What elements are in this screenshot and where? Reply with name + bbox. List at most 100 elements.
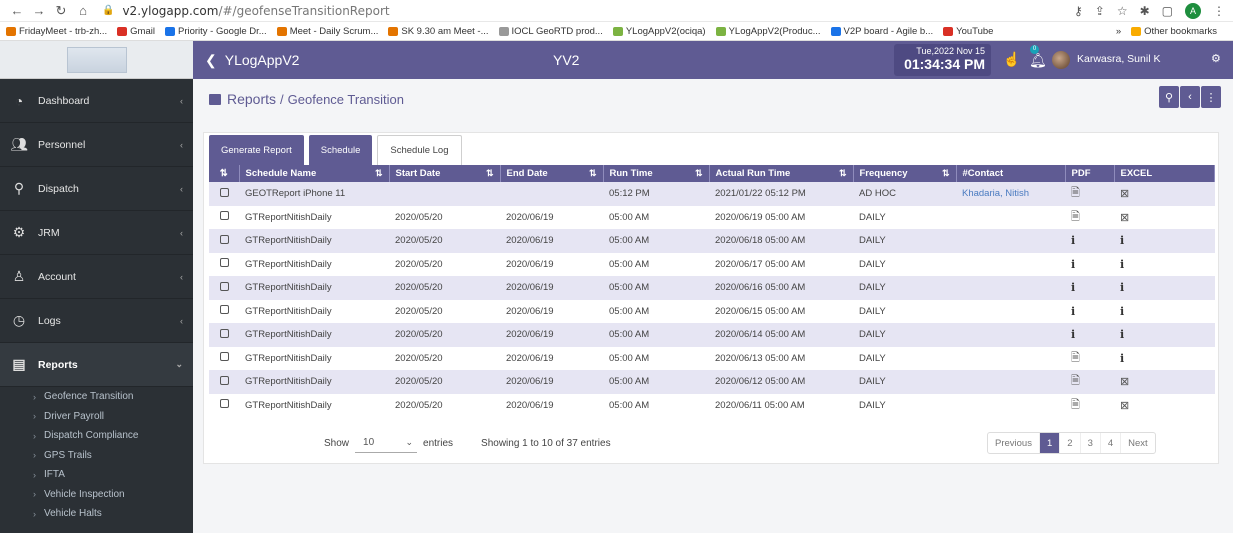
row-checkbox[interactable] (219, 187, 229, 197)
pager-page-button[interactable]: 1 (1039, 433, 1061, 453)
pdf-file-icon[interactable]: 🗎 (1071, 375, 1080, 387)
column-header[interactable]: Actual Run Time ⇅ (709, 165, 854, 182)
sidebar-subitem[interactable]: › Vehicle Inspection (0, 485, 193, 505)
user-name[interactable]: Karwasra, Sunil K (1077, 53, 1160, 65)
pager-previous-button[interactable]: Previous (988, 433, 1040, 453)
sidebar-subitem[interactable]: › GPS Trails (0, 446, 193, 466)
row-checkbox[interactable] (219, 305, 229, 315)
bookmark-item[interactable]: YouTube (943, 26, 993, 37)
cell-name: GTReportNitishDaily (239, 299, 389, 323)
column-header[interactable]: Run Time ⇅ (603, 165, 710, 182)
pager-page-button[interactable]: 2 (1060, 433, 1081, 453)
tab-schedule[interactable]: Schedule (308, 135, 373, 165)
excel-file-icon[interactable]: ⊠ (1120, 212, 1129, 224)
cell-start-value: 2020/05/20 (395, 211, 443, 223)
bookmark-label: Meet - Daily Scrum... (289, 25, 379, 37)
key-icon[interactable]: ⚷ (1074, 4, 1083, 18)
column-header[interactable]: Frequency ⇅ (853, 165, 957, 182)
sidebar-item-account[interactable]: ♙ Account ‹ (0, 255, 193, 299)
back-button[interactable]: ‹ (1180, 86, 1200, 108)
reload-icon[interactable]: ↻ (52, 3, 70, 19)
share-icon[interactable]: ⇪ (1095, 4, 1105, 18)
cell-contact (956, 393, 1065, 417)
cell-freq-value: DAILY (859, 399, 886, 411)
home-icon[interactable]: ⌂ (74, 3, 92, 18)
row-checkbox[interactable] (219, 328, 229, 338)
sidebar-item-logs[interactable]: ◷ Logs ‹ (0, 299, 193, 343)
column-header[interactable]: PDF (1065, 165, 1115, 182)
star-icon[interactable]: ☆ (1117, 4, 1128, 18)
pdf-file-icon[interactable]: 🗎 (1071, 399, 1080, 411)
tab-generate-report[interactable]: Generate Report (209, 135, 304, 165)
excel-file-icon[interactable]: ⊠ (1120, 188, 1129, 200)
cell-run-value: 05:00 AM (609, 399, 650, 411)
search-button[interactable]: ⚲ (1159, 86, 1179, 108)
forward-arrow-icon[interactable]: → (30, 3, 48, 18)
toolbar: ⚲ ‹ ⋮ (1159, 86, 1221, 108)
column-header[interactable]: #Contact (956, 165, 1066, 182)
sidebar-subitem[interactable]: › Geofence Transition (0, 387, 193, 407)
row-checkbox[interactable] (219, 352, 229, 362)
pager-next-button[interactable]: Next (1121, 433, 1155, 453)
extensions-icon[interactable]: ✱ (1140, 4, 1150, 18)
pdf-file-icon[interactable]: 🗎 (1071, 352, 1080, 364)
sidebar-item-dashboard[interactable]: ◔ Dashboard ‹ (0, 79, 193, 123)
cell-name: GTReportNitishDaily (239, 370, 389, 394)
pager-page-button[interactable]: 3 (1081, 433, 1101, 453)
sidebar-item-dispatch[interactable]: ⚲ Dispatch ‹ (0, 167, 193, 211)
column-header[interactable]: Start Date ⇅ (389, 165, 501, 182)
back-arrow-icon[interactable]: ← (8, 3, 26, 18)
hand-pointer-icon[interactable]: ☝ (1003, 51, 1020, 68)
excel-file-icon[interactable]: ⊠ (1120, 400, 1129, 412)
window-icon[interactable]: ▢ (1162, 4, 1173, 18)
row-checkbox[interactable] (219, 258, 229, 268)
row-checkbox[interactable] (219, 211, 229, 221)
sidebar-subitem[interactable]: › Vehicle Halts (0, 504, 193, 524)
sidebar-subitem[interactable]: › Dispatch Compliance (0, 426, 193, 446)
browser-address-bar: ← → ↻ ⌂ 🔒 v2.ylogapp.com/#/geofenseTrans… (0, 0, 1233, 22)
more-button[interactable]: ⋮ (1201, 86, 1221, 108)
bookmark-item[interactable]: Meet - Daily Scrum... (276, 25, 379, 37)
sidebar-item-jrm[interactable]: ⚙ JRM ‹ (0, 211, 193, 255)
bookmark-item[interactable]: FridayMeet - trb-zh... (6, 26, 107, 37)
bookmark-item[interactable]: Priority - Google Dr... (164, 26, 267, 37)
bookmark-item[interactable]: YLogAppV2(ociqa) (612, 26, 706, 37)
column-header[interactable]: EXCEL (1114, 165, 1215, 182)
sidebar-item-personnel[interactable]: 👥︎ Personnel ‹ (0, 123, 193, 167)
excel-file-icon[interactable]: ⊠ (1120, 376, 1129, 388)
column-header[interactable]: Schedule Name ⇅ (239, 165, 390, 182)
cell-contact-value[interactable]: Khadaria, Nitish (962, 188, 1029, 199)
select-all-sort[interactable]: ⇅ (209, 165, 240, 182)
row-checkbox[interactable] (219, 399, 229, 409)
info-icon: i (1071, 304, 1076, 318)
more-bookmarks-button[interactable]: » (1116, 26, 1121, 37)
bookmark-item[interactable]: IOCL GeoRTD prod... (498, 26, 603, 37)
menu-dots-icon[interactable]: ⋮ (1213, 4, 1225, 18)
sidebar-subitem[interactable]: › IFTA (0, 465, 193, 485)
bookmark-item[interactable]: Gmail (117, 26, 155, 37)
cell-actual: 2020/06/18 05:00 AM (709, 229, 853, 253)
chevron-left-icon[interactable]: ❮ (205, 52, 217, 69)
pdf-file-icon[interactable]: 🗎 (1071, 187, 1080, 199)
sidebar-subitem[interactable]: › Driver Payroll (0, 407, 193, 427)
bookmark-item[interactable]: YLogAppV2(Produc... (715, 26, 821, 37)
row-checkbox[interactable] (219, 281, 229, 291)
column-header[interactable]: End Date ⇅ (500, 165, 604, 182)
bookmark-item[interactable]: V2P board - Agile b... (830, 26, 933, 37)
entries-select[interactable]: 10 ⌄ (355, 433, 418, 453)
cell-freq: DAILY (853, 229, 956, 253)
row-checkbox[interactable] (219, 234, 229, 244)
user-avatar[interactable] (1052, 51, 1070, 69)
sidebar-item-reports[interactable]: ▤ Reports ⌄ (0, 343, 193, 387)
profile-avatar[interactable]: A (1185, 2, 1201, 19)
tab-schedule-log[interactable]: Schedule Log (377, 135, 462, 165)
pdf-file-icon[interactable]: 🗎 (1071, 211, 1080, 223)
cell-excel: i (1114, 299, 1215, 323)
pager-page-button[interactable]: 4 (1101, 433, 1122, 453)
bell-icon[interactable]: 🔔︎ (1029, 52, 1047, 69)
row-checkbox[interactable] (219, 375, 229, 385)
other-bookmarks[interactable]: Other bookmarks (1131, 26, 1217, 37)
bookmark-item[interactable]: SK 9.30 am Meet -... (388, 26, 489, 37)
url-input[interactable]: v2.ylogapp.com/#/geofenseTransitionRepor… (122, 4, 389, 18)
settings-icon[interactable]: ⚙ (1211, 52, 1221, 65)
